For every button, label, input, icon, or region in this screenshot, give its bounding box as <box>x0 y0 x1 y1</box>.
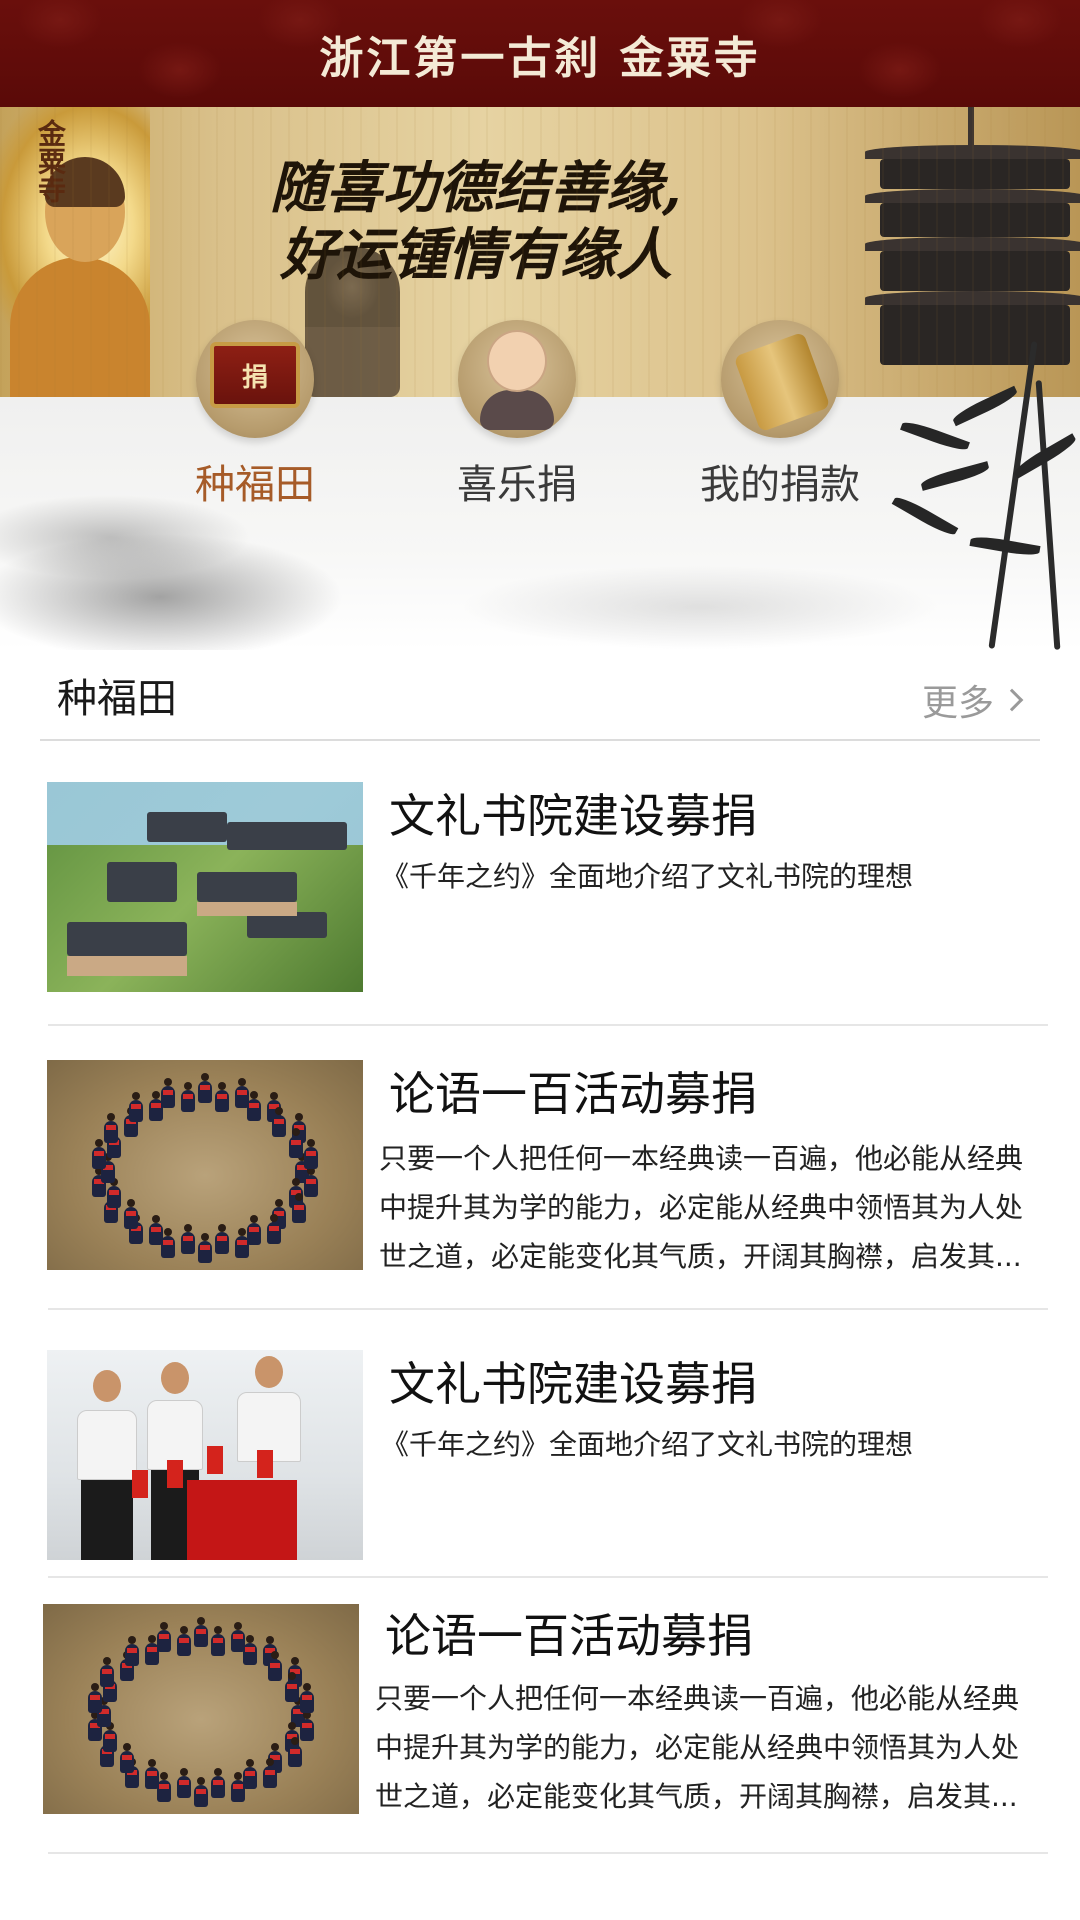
slogan-line-2: 好运锺情有缘人 <box>280 222 672 289</box>
list-item[interactable]: 文礼书院建设募捐 《千年之约》全面地介绍了文礼书院的理想 <box>0 1310 1080 1576</box>
list-item[interactable]: 论语一百活动募捐 只要一个人把任何一本经典读一百遍，他必能从经典中提升其为学的能… <box>0 1026 1080 1308</box>
list-item[interactable]: 论语一百活动募捐 只要一个人把任何一本经典读一百遍，他必能从经典中提升其为学的能… <box>0 1578 1080 1852</box>
main-nav: 捐 种福田 喜乐捐 我的捐款 <box>0 320 1080 510</box>
item-thumbnail <box>47 1060 363 1270</box>
nav-item-joyful-donation[interactable]: 喜乐捐 <box>407 320 627 510</box>
section-header: 种福田 更多 <box>0 650 1080 740</box>
banner-slogan: 随喜功德结善缘, 好运锺情有缘人 <box>270 155 682 289</box>
banner-side-text: 金粟寺 <box>34 119 67 203</box>
item-thumbnail <box>47 782 363 992</box>
nav-label: 喜乐捐 <box>457 462 577 508</box>
nav-item-plant-blessings[interactable]: 捐 种福田 <box>145 320 365 510</box>
item-description: 《千年之约》全面地介绍了文礼书院的理想 <box>381 860 914 893</box>
item-title: 文礼书院建设募捐 <box>389 789 757 843</box>
item-title: 论语一百活动募捐 <box>389 1067 757 1121</box>
scroll-icon <box>721 320 839 438</box>
item-title: 论语一百活动募捐 <box>385 1609 753 1663</box>
app-title: 浙江第一古刹 金粟寺 <box>319 32 761 84</box>
slogan-line-1: 随喜功德结善缘, <box>270 155 682 221</box>
nav-label: 我的捐款 <box>700 462 860 508</box>
more-link[interactable]: 更多 <box>921 674 1024 726</box>
donation-box-icon: 捐 <box>196 320 314 438</box>
chevron-right-icon <box>1000 688 1024 712</box>
item-thumbnail <box>47 1350 363 1560</box>
monk-icon <box>458 320 576 438</box>
section-title: 种福田 <box>57 676 177 722</box>
top-bar: 浙江第一古刹 金粟寺 <box>0 0 1080 107</box>
more-label: 更多 <box>921 683 994 724</box>
item-thumbnail <box>43 1604 359 1814</box>
item-description: 只要一个人把任何一本经典读一百遍，他必能从经典中提升其为学的能力，必定能从经典中… <box>375 1682 1020 1813</box>
list-item[interactable]: 文礼书院建设募捐 《千年之约》全面地介绍了文礼书院的理想 <box>0 740 1080 1024</box>
item-title: 文礼书院建设募捐 <box>389 1357 757 1411</box>
nav-item-my-donations[interactable]: 我的捐款 <box>670 320 890 510</box>
list-divider <box>48 1852 1048 1854</box>
item-description: 只要一个人把任何一本经典读一百遍，他必能从经典中提升其为学的能力，必定能从经典中… <box>379 1142 1024 1273</box>
nav-label: 种福田 <box>195 462 315 508</box>
item-description: 《千年之约》全面地介绍了文礼书院的理想 <box>381 1428 914 1461</box>
